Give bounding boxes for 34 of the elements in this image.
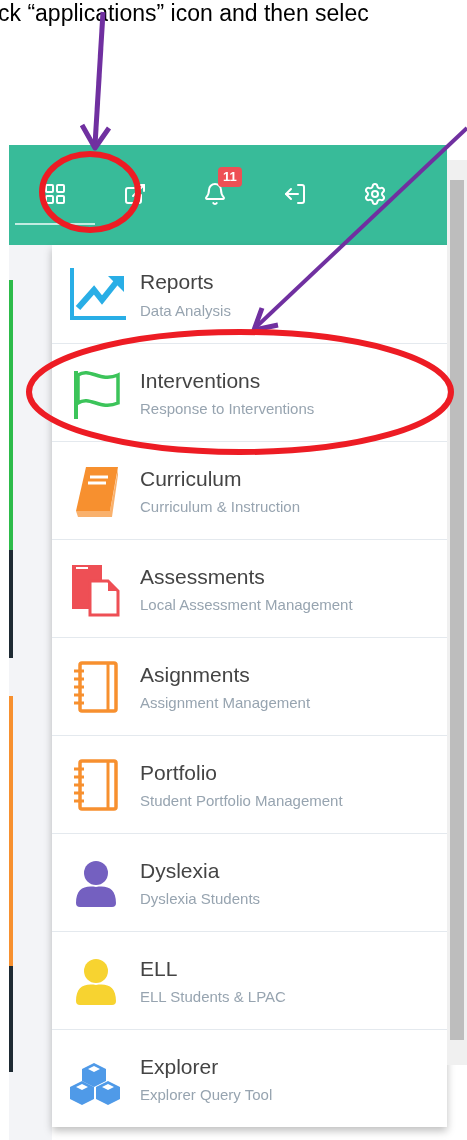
settings-icon — [363, 182, 387, 206]
menu-item-title: Explorer — [140, 1053, 220, 1080]
menu-item[interactable]: Dyslexia Dyslexia Students — [52, 833, 447, 931]
menu-item[interactable]: Explorer Explorer Query Tool — [52, 1029, 447, 1127]
menu-item[interactable]: Portfolio Student Portfolio Management — [52, 735, 447, 833]
menu-item-title: Assessments — [140, 563, 266, 590]
menu-item[interactable]: Curriculum Curriculum & Instruction — [52, 441, 447, 539]
menu-item-subtitle: Data Analysis — [140, 300, 231, 321]
menu-item-title: Curriculum — [140, 465, 243, 492]
menu-item-subtitle: Assignment Management — [140, 693, 311, 713]
menu-item-title: ELL — [140, 955, 179, 982]
menu-item[interactable]: Assessments Local Assessment Management — [52, 539, 447, 637]
menu-item-subtitle: Response to Interventions — [140, 399, 315, 419]
bell-icon — [203, 182, 227, 206]
menu-item-subtitle: Curriculum & Instruction — [140, 497, 301, 517]
menu-item-title: Asignments — [140, 661, 251, 688]
external-link-icon — [123, 182, 147, 206]
menu-item[interactable]: Reports Data Analysis — [52, 245, 447, 343]
notification-badge: 11 — [218, 167, 242, 187]
menu-item-subtitle: Local Assessment Management — [140, 595, 353, 615]
menu-item-title: Portfolio — [140, 759, 219, 786]
exit-icon — [283, 182, 307, 206]
menu-item-title: Dyslexia — [140, 857, 221, 884]
menu-item-title: Interventions — [140, 367, 262, 394]
grid-icon — [43, 182, 67, 206]
menu-item[interactable]: Interventions Response to Interventions — [52, 343, 447, 441]
menu-item-subtitle: Explorer Query Tool — [140, 1085, 273, 1105]
toolbar-button[interactable]: 11 — [175, 165, 255, 225]
menu-item-title: Reports — [140, 269, 215, 295]
menu-item-subtitle: ELL Students & LPAC — [140, 987, 286, 1007]
menu-item-subtitle: Dyslexia Students — [140, 889, 261, 909]
menu-item-subtitle: Student Portfolio Management — [140, 791, 343, 811]
menu-item[interactable]: ELL ELL Students & LPAC — [52, 931, 447, 1029]
menu-item[interactable]: Asignments Assignment Management — [52, 637, 447, 735]
